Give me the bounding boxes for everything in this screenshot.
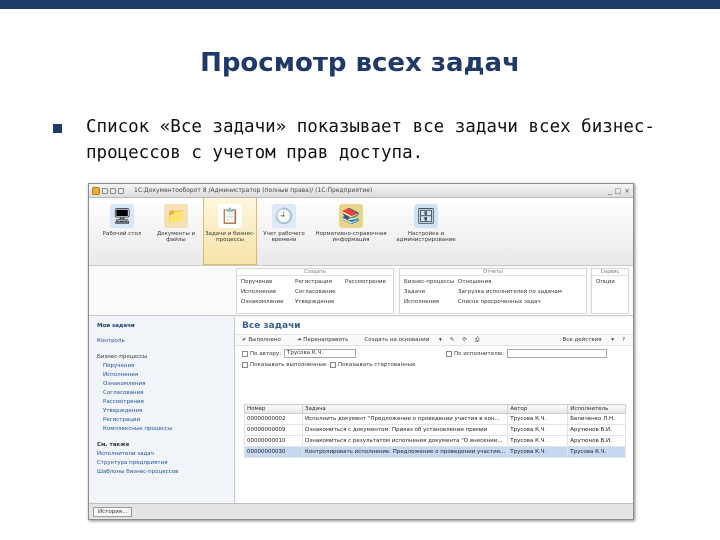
col-number[interactable]: Номер [244, 404, 303, 414]
cmd-familiarization[interactable]: Ознакомление [241, 299, 284, 309]
slide-top-bar [0, 0, 720, 9]
nav-item[interactable]: Рассмотрения [103, 399, 234, 408]
refresh-icon[interactable]: ⟳ [462, 337, 467, 343]
status-bar: История... [89, 503, 633, 519]
col-executor[interactable]: Исполнитель [567, 404, 626, 414]
nav-item[interactable]: Утверждения [103, 408, 234, 417]
section-admin[interactable]: 🗄 Настройка и администрирование [391, 198, 461, 265]
nav-link[interactable]: Исполнители задач [97, 451, 234, 460]
table-row[interactable]: 00000000002 Исполнить документ "Предложе… [244, 413, 626, 425]
redirect-button[interactable]: ➜ Перенаправить [297, 337, 356, 343]
table-row[interactable]: 00000000009 Ознакомиться с документом. П… [244, 424, 626, 436]
report-executions[interactable]: Исполнения [404, 299, 454, 309]
slide-title: Просмотр всех задач [200, 48, 520, 78]
report-overdue[interactable]: Список просроченных задач [458, 299, 562, 309]
nav-see-also: См. также [97, 442, 130, 448]
filter-author-field[interactable]: Трусова К.Ч. [284, 349, 357, 358]
cmd-assignment[interactable]: Поручение [241, 279, 284, 289]
section-desktop[interactable]: 🖥 Рабочий стол [95, 198, 149, 265]
cmd-registration[interactable]: Регистрация [295, 279, 336, 289]
nav-link[interactable]: Шаблоны бизнес-процессов [97, 469, 234, 478]
nav-item[interactable]: Ознакомления [103, 381, 234, 390]
nav-item[interactable]: Исполнения [103, 372, 234, 381]
filter-executor-checkbox[interactable] [446, 350, 452, 357]
filter-executor-field[interactable] [507, 349, 608, 358]
col-author[interactable]: Автор [507, 404, 569, 414]
section-tasks[interactable]: 📋 Задачи и бизнес-процессы [203, 198, 257, 265]
app-logo-icon [92, 186, 100, 195]
section-reference[interactable]: 📚 Нормативно-справочная информация [311, 198, 391, 265]
create-group: Создать Поручение Исполнение Ознакомлени… [236, 268, 394, 314]
history-button[interactable]: История... [93, 506, 133, 517]
navigation-panel: Мои задачи Контроль Бизнес-процессы Пору… [89, 317, 235, 505]
documents-icon: 📁 [164, 204, 188, 228]
table-row[interactable]: 00000000010 Ознакомиться с результатом и… [244, 435, 626, 447]
create-based-on-button[interactable]: Создать на основании ▾ [364, 337, 441, 343]
done-button[interactable]: ✔ Выполнено [242, 337, 289, 343]
table-row[interactable]: 00000000030 Контролировать исполнение. П… [244, 446, 626, 458]
service-options[interactable]: Опции [596, 279, 615, 289]
filter-author-checkbox[interactable] [242, 350, 248, 357]
home-button[interactable] [118, 187, 124, 194]
clock-icon: 🕘 [272, 204, 296, 228]
nav-link[interactable]: Структура предприятия [97, 460, 234, 469]
minimize-button[interactable]: _ [608, 187, 612, 195]
reports-group: Отчеты Бизнес-процессы Задачи Исполнения… [399, 268, 587, 314]
filter-area: По автору: Трусова К.Ч. По исполнителю: … [236, 346, 633, 374]
form-toolbar: ✔ Выполнено ➜ Перенаправить Создать на о… [236, 334, 633, 346]
tasks-icon: 📋 [218, 204, 242, 228]
admin-icon: 🗄 [414, 204, 438, 228]
col-task[interactable]: Задача [301, 404, 509, 414]
app-window: 1С:Документооборот 8 /Администратор (пол… [88, 183, 634, 520]
window-titlebar: 1С:Документооборот 8 /Администратор (пол… [89, 184, 633, 198]
show-completed-checkbox[interactable] [242, 362, 248, 368]
tasks-table: Номер Задача Автор Исполнитель 000000000… [244, 404, 626, 458]
report-load[interactable]: Загрузка исполнителей по задачам [458, 289, 562, 299]
nav-item[interactable]: Согласования [103, 390, 234, 399]
service-group: Сервис Опции [591, 268, 629, 314]
nav-my-tasks[interactable]: Мои задачи [97, 323, 234, 329]
forward-button[interactable] [110, 187, 116, 194]
form-title: Все задачи [242, 321, 301, 331]
cmd-execution[interactable]: Исполнение [241, 289, 284, 299]
bullet-square-icon [53, 124, 62, 133]
table-header-row: Номер Задача Автор Исполнитель [244, 404, 626, 414]
report-business-processes[interactable]: Бизнес-процессы [404, 279, 454, 289]
nav-business-processes: Бизнес-процессы [97, 354, 148, 360]
nav-item[interactable]: Комплексные процессы [103, 426, 234, 435]
cmd-approval[interactable]: Согласование [295, 289, 336, 299]
window-title: 1С:Документооборот 8 /Администратор (пол… [134, 187, 373, 194]
all-actions-menu[interactable]: Все действия ▾ [563, 337, 615, 343]
reference-icon: 📚 [339, 204, 363, 228]
nav-item[interactable]: Поручения [103, 363, 234, 372]
close-window-button[interactable]: × [624, 187, 630, 195]
report-tasks[interactable]: Задачи [404, 289, 454, 299]
show-started-checkbox[interactable] [330, 362, 336, 368]
sections-panel: 🖥 Рабочий стол 📁 Документы и файлы 📋 Зад… [89, 198, 633, 266]
nav-control[interactable]: Контроль [97, 338, 234, 347]
back-button[interactable] [102, 187, 108, 194]
cmd-confirmation[interactable]: Утверждение [295, 299, 336, 309]
edit-icon[interactable]: ✎ [450, 337, 455, 343]
slide-bullet-text: Список «Все задачи» показывает все задач… [86, 117, 655, 163]
print-icon[interactable]: ⎙ [475, 337, 479, 344]
desk-icon: 🖥 [110, 204, 134, 228]
maximize-button[interactable]: □ [615, 187, 622, 195]
report-relations[interactable]: Отношения [458, 279, 562, 289]
help-icon[interactable]: ? [622, 337, 625, 343]
section-time[interactable]: 🕘 Учет рабочего времени [257, 198, 311, 265]
command-panel: Создать Поручение Исполнение Ознакомлени… [89, 266, 633, 316]
cmd-review[interactable]: Рассмотрение [345, 279, 386, 289]
nav-item[interactable]: Регистрации [103, 417, 234, 426]
section-documents[interactable]: 📁 Документы и файлы [149, 198, 203, 265]
work-area: Все задачи ✔ Выполнено ➜ Перенаправить С… [236, 317, 633, 505]
